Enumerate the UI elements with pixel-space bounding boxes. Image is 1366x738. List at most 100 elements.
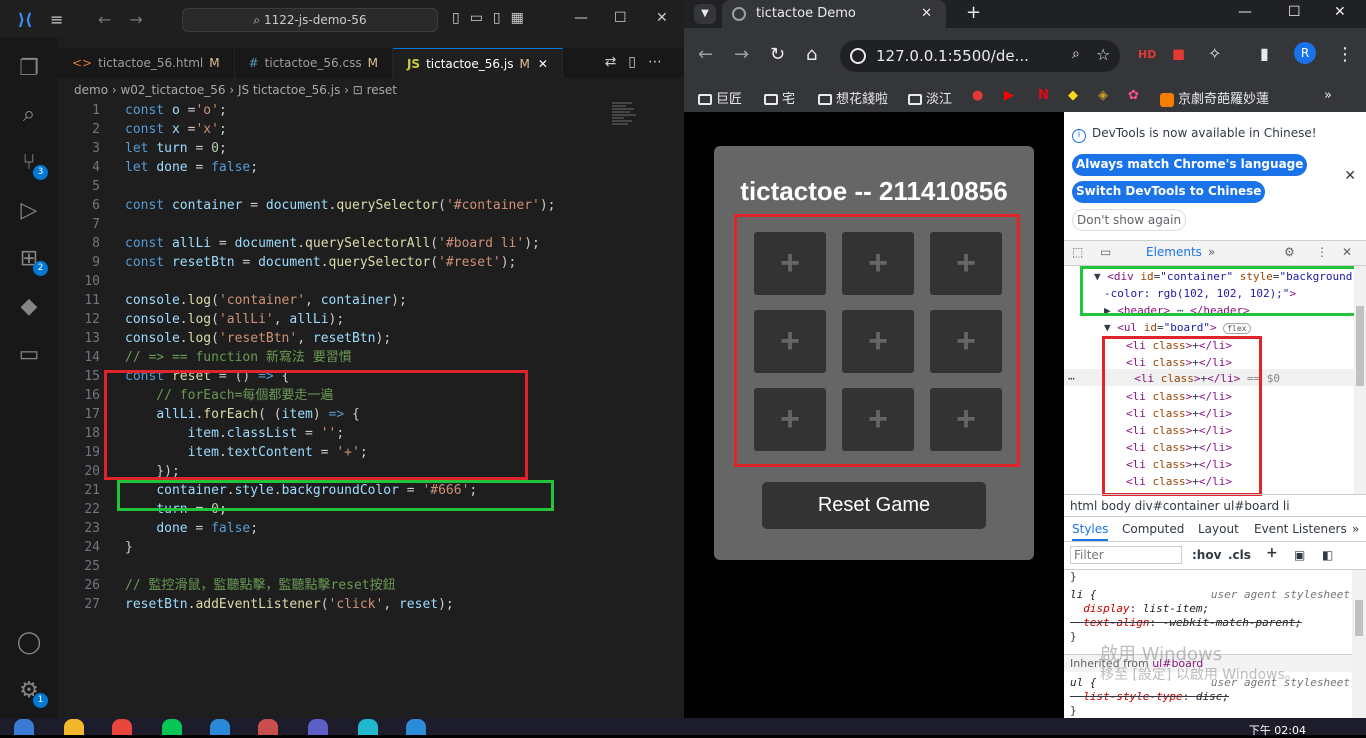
- search-icon[interactable]: ⌕: [14, 100, 44, 130]
- dom-tree[interactable]: ▼ <div id="container" style="background …: [1064, 266, 1366, 496]
- style-prop[interactable]: display: list-item;: [1070, 602, 1350, 616]
- flex-badge[interactable]: flex: [1223, 323, 1251, 334]
- command-search-input[interactable]: ⌕ 1122-js-demo-56: [182, 8, 438, 32]
- taskbar-app-icon[interactable]: [258, 719, 278, 735]
- teams-icon[interactable]: [308, 719, 328, 735]
- more-tabs-icon[interactable]: »: [1352, 522, 1359, 536]
- tab-html[interactable]: <> tictactoe_56.html M: [58, 48, 235, 78]
- vscode-taskbar-icon[interactable]: [406, 719, 426, 735]
- new-rule-icon[interactable]: +: [1266, 545, 1278, 561]
- back-arrow-icon[interactable]: ←: [698, 44, 713, 65]
- layout-toggle-icons[interactable]: ▯▭▯▦: [452, 10, 534, 26]
- maximize-icon[interactable]: ☐: [614, 10, 627, 26]
- bookmark-icon-yellow[interactable]: ◆: [1068, 88, 1078, 103]
- breadcrumb[interactable]: demo › w02_tictactoe_56 › JS tictactoe_5…: [74, 83, 397, 97]
- hover-state-toggle[interactable]: :hov: [1192, 548, 1221, 562]
- youtube-icon[interactable]: ▶: [1004, 88, 1014, 103]
- tab-layout[interactable]: Layout: [1198, 522, 1239, 536]
- file-explorer-icon[interactable]: [64, 719, 84, 735]
- reset-game-button[interactable]: Reset Game: [762, 482, 986, 529]
- extensions-icon[interactable]: ⊞ 2: [14, 244, 48, 276]
- tab-css[interactable]: # tictactoe_56.css M: [234, 48, 393, 78]
- bookmark-folder[interactable]: 巨匠: [698, 88, 742, 107]
- minimize-icon[interactable]: —: [574, 10, 588, 26]
- back-arrow-icon[interactable]: ←: [98, 10, 111, 29]
- zoom-icon[interactable]: ⌕: [1072, 46, 1080, 62]
- profile-avatar[interactable]: R: [1294, 42, 1316, 64]
- reload-icon[interactable]: ↻: [770, 44, 785, 65]
- chrome-taskbar-icon[interactable]: [112, 719, 132, 735]
- close-tab-icon[interactable]: ✕: [921, 0, 932, 28]
- bookmark-folder[interactable]: 想花錢啦: [818, 88, 888, 107]
- taskbar-app-icon[interactable]: [358, 719, 378, 735]
- style-prop-overridden[interactable]: list-style-type: disc;: [1070, 690, 1350, 704]
- dom-scrollbar[interactable]: [1354, 266, 1366, 494]
- tab-event-listeners[interactable]: Event Listeners: [1254, 522, 1347, 536]
- start-icon[interactable]: [14, 719, 34, 735]
- menu-icon[interactable]: ≡: [50, 10, 80, 29]
- tab-js[interactable]: JS tictactoe_56.js M ✕: [392, 48, 563, 78]
- devtools-menu-icon[interactable]: ⋮: [1316, 245, 1328, 259]
- extension-red-icon[interactable]: ◼: [1172, 44, 1185, 63]
- netflix-icon[interactable]: N: [1038, 88, 1049, 103]
- device-toolbar-icon[interactable]: ▭: [1100, 245, 1111, 259]
- toggle-sidebar-icon[interactable]: ◧: [1322, 548, 1333, 562]
- account-icon[interactable]: ◯: [14, 628, 44, 658]
- close-devtools-icon[interactable]: ✕: [1342, 245, 1352, 259]
- styles-filter-input[interactable]: Filter: [1070, 546, 1182, 564]
- paint-icon[interactable]: ▣: [1294, 548, 1305, 562]
- taskbar-app-icon[interactable]: [210, 719, 230, 735]
- site-info-icon[interactable]: [850, 48, 866, 64]
- bookmark-icon-pink[interactable]: ✿: [1128, 88, 1139, 103]
- tab-elements[interactable]: Elements: [1146, 245, 1202, 259]
- class-toggle[interactable]: .cls: [1228, 548, 1251, 562]
- code-editor[interactable]: 1 2 3 4 5 6 7 8 9 10 11 12 13 14 15 16 1…: [58, 101, 684, 631]
- editor-actions[interactable]: ⇄▯⋯: [605, 54, 674, 70]
- source-control-icon[interactable]: ⑂ 3: [14, 148, 48, 180]
- new-tab-icon[interactable]: +: [966, 2, 981, 23]
- bookmark-folder[interactable]: 淡江: [908, 88, 952, 107]
- python-icon[interactable]: ◆: [14, 292, 44, 322]
- chrome-menu-icon[interactable]: ⋮: [1336, 44, 1354, 65]
- tab-close-icon[interactable]: ✕: [538, 57, 548, 71]
- inspect-element-icon[interactable]: ⬚: [1072, 245, 1083, 259]
- close-icon[interactable]: ✕: [656, 10, 668, 26]
- dom-breadcrumb[interactable]: html body div#container ul#board li: [1064, 494, 1366, 516]
- dom-node-board[interactable]: ▼ <ul id="board"> flex: [1104, 319, 1251, 336]
- home-icon[interactable]: ⌂: [806, 44, 817, 65]
- style-prop-overridden[interactable]: text-align: -webkit-match-parent;: [1070, 616, 1350, 630]
- style-rule-li[interactable]: li {user agent stylesheet: [1070, 588, 1350, 602]
- browser-tab[interactable]: tictactoe Demo ✕: [722, 0, 946, 28]
- bookmark-icon-red[interactable]: ●: [972, 88, 983, 103]
- tab-search-icon[interactable]: ▼: [694, 4, 716, 24]
- minimap[interactable]: [612, 101, 642, 161]
- scrollbar-thumb[interactable]: [1356, 306, 1364, 386]
- extensions-puzzle-icon[interactable]: ✧: [1208, 44, 1221, 63]
- minimize-icon[interactable]: —: [1238, 4, 1252, 20]
- dont-show-again-button[interactable]: Don't show again: [1072, 209, 1187, 231]
- scrollbar-thumb[interactable]: [1355, 600, 1363, 636]
- maximize-icon[interactable]: ☐: [1288, 4, 1301, 20]
- close-icon[interactable]: ✕: [1334, 4, 1346, 20]
- remote-explorer-icon[interactable]: ▭: [14, 340, 44, 370]
- line-icon[interactable]: [162, 719, 182, 735]
- settings-gear-icon[interactable]: ⚙ 1: [14, 676, 48, 708]
- extension-hd-icon[interactable]: HD: [1138, 48, 1156, 61]
- bookmark-icon-gold[interactable]: ◈: [1098, 88, 1108, 103]
- sidebar-icon[interactable]: ▮: [1260, 44, 1269, 63]
- tab-computed[interactable]: Computed: [1122, 522, 1184, 536]
- tab-styles[interactable]: Styles: [1072, 522, 1109, 541]
- switch-to-chinese-button[interactable]: Switch DevTools to Chinese: [1072, 181, 1266, 203]
- styles-scrollbar[interactable]: [1352, 570, 1366, 718]
- explorer-icon[interactable]: ❐: [14, 54, 44, 84]
- devtools-settings-icon[interactable]: ⚙: [1284, 245, 1295, 259]
- close-notice-icon[interactable]: ✕: [1344, 168, 1356, 184]
- always-match-language-button[interactable]: Always match Chrome's language: [1072, 154, 1308, 176]
- bookmark-blogger[interactable]: 京劇奇葩羅妙蓮: [1160, 88, 1269, 107]
- bookmark-folder[interactable]: 宅: [764, 88, 795, 107]
- forward-arrow-icon[interactable]: →: [129, 10, 142, 29]
- run-debug-icon[interactable]: ▷: [14, 196, 44, 226]
- more-bookmarks-icon[interactable]: »: [1324, 88, 1332, 103]
- forward-arrow-icon[interactable]: →: [734, 44, 749, 65]
- more-tabs-icon[interactable]: »: [1208, 245, 1215, 259]
